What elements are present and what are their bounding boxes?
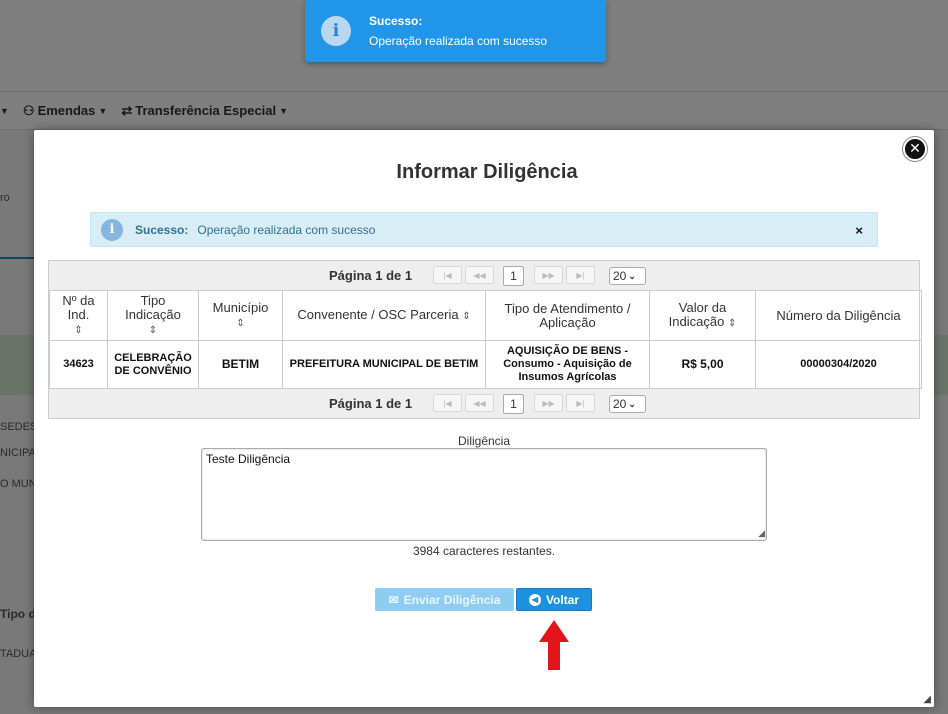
alert-message: Operação realizada com sucesso xyxy=(197,222,376,237)
sort-icon: ⇕ xyxy=(74,324,83,336)
col-header-numero-diligencia: Número da Diligência xyxy=(755,290,922,341)
col-header-convenente[interactable]: Convenente / OSC Parceria ⇕ xyxy=(282,290,486,341)
last-page-icon[interactable]: ▶| xyxy=(566,394,595,412)
chevron-down-icon: ⌄ xyxy=(628,398,636,409)
prev-page-icon[interactable]: ◀◀ xyxy=(465,266,494,284)
diligencia-text: Teste Diligência xyxy=(206,452,291,466)
page-number-input[interactable]: 1 xyxy=(503,266,524,286)
cell-num-ind: 34623 xyxy=(49,340,108,389)
last-page-icon[interactable]: ▶| xyxy=(566,266,595,284)
alert-title: Sucesso: xyxy=(135,222,189,237)
diligencia-label: Diligência xyxy=(457,434,511,448)
info-icon: i xyxy=(321,16,351,46)
sort-icon: ⇕ xyxy=(727,317,737,329)
arrow-left-icon: ◀ xyxy=(528,593,541,606)
table-row[interactable]: 34623 CELEBRAÇÃO DE CONVÊNIO BETIM PREFE… xyxy=(49,340,922,389)
table-header-row: Nº da Ind. ⇕ Tipo Indicação ⇕ Município ⇕ C… xyxy=(49,290,922,341)
chevron-down-icon: ⌄ xyxy=(628,270,636,281)
toast-notification[interactable]: i Sucesso: Operação realizada com sucess… xyxy=(305,0,606,62)
next-page-icon[interactable]: ▶▶ xyxy=(534,266,563,284)
envelope-icon: ✉ xyxy=(388,592,399,607)
prev-page-icon[interactable]: ◀◀ xyxy=(465,394,494,412)
col-header-municipio[interactable]: Município ⇕ xyxy=(198,290,283,341)
info-icon: i xyxy=(101,218,123,241)
modal-title: Informar Diligência xyxy=(396,161,578,183)
send-diligencia-button[interactable]: ✉ Enviar Diligência xyxy=(375,588,514,611)
col-header-tipo-indicacao[interactable]: Tipo Indicação ⇕ xyxy=(107,290,199,341)
modal-resize-icon[interactable]: ◢ xyxy=(923,694,931,705)
sort-icon: ⇕ xyxy=(236,317,245,329)
col-header-num-ind[interactable]: Nº da Ind. ⇕ xyxy=(49,290,108,341)
page-size-select[interactable]: 20 ⌄ xyxy=(609,395,646,413)
diligencia-textarea[interactable]: Teste Diligência ◢ xyxy=(201,448,767,541)
back-button[interactable]: ◀ Voltar xyxy=(516,588,592,611)
close-icon[interactable]: ✕ xyxy=(903,137,927,161)
red-arrow-annotation-icon xyxy=(539,620,569,670)
remaining-chars: 3984 caracteres restantes. xyxy=(412,544,556,558)
cell-municipio: BETIM xyxy=(198,340,283,389)
page-number-input[interactable]: 1 xyxy=(503,394,524,414)
next-page-icon[interactable]: ▶▶ xyxy=(534,394,563,412)
toast-message: Operação realizada com sucesso xyxy=(369,34,548,48)
page-size-select[interactable]: 20 ⌄ xyxy=(609,267,646,285)
cell-tipo-indicacao: CELEBRAÇÃO DE CONVÊNIO xyxy=(107,340,199,389)
col-header-tipo-atendimento: Tipo de Atendimento / Aplicação xyxy=(485,290,650,341)
toast-title: Sucesso: xyxy=(369,14,423,28)
indicacoes-grid: Página 1 de 1 |◀ ◀◀ 1 ▶▶ ▶| 20 ⌄ Nº da In… xyxy=(48,260,922,419)
first-page-icon[interactable]: |◀ xyxy=(433,266,462,284)
indicacoes-table: Nº da Ind. ⇕ Tipo Indicação ⇕ Município ⇕ C… xyxy=(49,290,922,389)
pager-label: Página 1 de 1 xyxy=(329,396,413,411)
alert-close-icon[interactable]: × xyxy=(855,223,863,238)
cell-convenente: PREFEITURA MUNICIPAL DE BETIM xyxy=(282,340,486,389)
success-alert: i Sucesso: Operação realizada com sucess… xyxy=(90,212,878,247)
cell-valor-indicacao: R$ 5,00 xyxy=(649,340,756,389)
sort-icon: ⇕ xyxy=(462,310,471,322)
sort-icon: ⇕ xyxy=(148,324,158,336)
pager-top: Página 1 de 1 |◀ ◀◀ 1 ▶▶ ▶| 20 ⌄ xyxy=(49,261,919,290)
col-header-valor-indicacao[interactable]: Valor da Indicação ⇕ xyxy=(649,290,756,341)
pager-bottom: Página 1 de 1 |◀ ◀◀ 1 ▶▶ ▶| 20 ⌄ xyxy=(49,389,919,418)
cell-numero-diligencia: 00000304/2020 xyxy=(755,340,922,389)
first-page-icon[interactable]: |◀ xyxy=(433,394,462,412)
resize-grip-icon[interactable]: ◢ xyxy=(758,528,765,539)
cell-tipo-atendimento: AQUISIÇÃO DE BENS - Consumo - Aquisição … xyxy=(485,340,650,389)
diligencia-modal: ✕ Informar Diligência i Sucesso: Operaçã… xyxy=(34,130,934,707)
pager-label: Página 1 de 1 xyxy=(329,268,413,283)
